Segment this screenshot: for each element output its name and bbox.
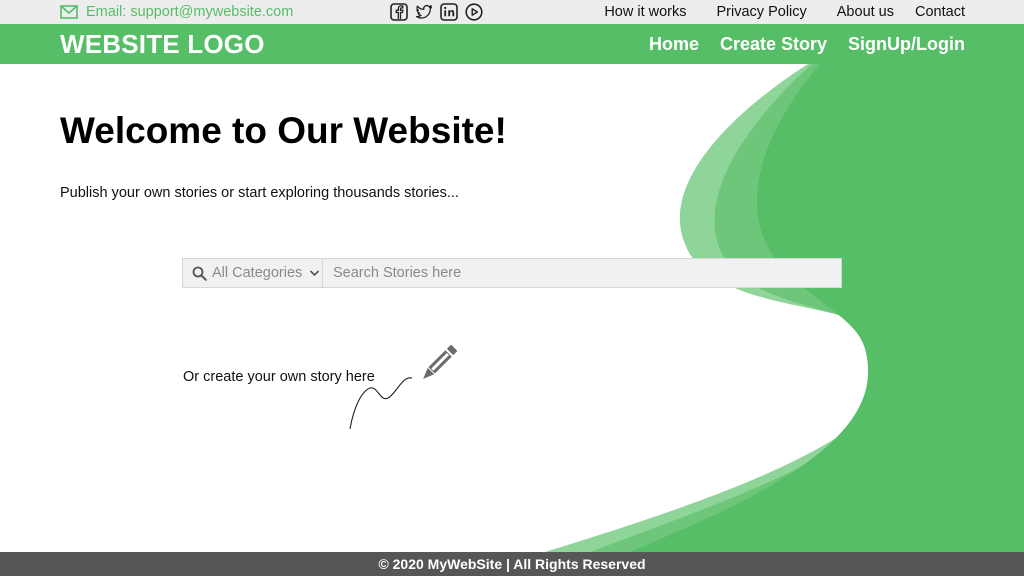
link-how-it-works[interactable]: How it works: [604, 4, 686, 20]
nav-create-story[interactable]: Create Story: [720, 34, 827, 55]
support-email[interactable]: Email: support@mywebsite.com: [60, 2, 293, 22]
link-contact[interactable]: Contact: [915, 4, 965, 20]
mail-icon: [60, 5, 78, 19]
support-email-text: Email: support@mywebsite.com: [86, 4, 294, 20]
footer: © 2020 MyWebSite | All Rights Reserved: [0, 552, 1024, 576]
nav-home[interactable]: Home: [649, 34, 699, 55]
hero-subtitle: Publish your own stories or start explor…: [60, 185, 459, 201]
nav-signup-login[interactable]: SignUp/Login: [848, 34, 965, 55]
search-input[interactable]: [323, 259, 841, 287]
facebook-icon[interactable]: [390, 3, 408, 21]
search-icon: [192, 266, 207, 281]
main-navbar: WEBSITE LOGO Home Create Story SignUp/Lo…: [0, 24, 1024, 64]
page-title: Welcome to Our Website!: [60, 110, 507, 151]
category-dropdown[interactable]: All Categories: [183, 259, 323, 287]
social-links: [390, 3, 483, 21]
utility-links: How it works Privacy Policy About us Con…: [604, 0, 965, 24]
linkedin-icon[interactable]: [440, 3, 458, 21]
top-utility-bar: Email: support@mywebsite.com How it work…: [0, 0, 1024, 24]
copyright-text: © 2020 MyWebSite | All Rights Reserved: [378, 556, 646, 572]
twitter-icon[interactable]: [415, 3, 433, 21]
chevron-down-icon: [310, 270, 320, 277]
page: Email: support@mywebsite.com How it work…: [0, 0, 1024, 576]
website-logo[interactable]: WEBSITE LOGO: [60, 29, 265, 60]
link-about-us[interactable]: About us: [837, 4, 894, 20]
search-bar: All Categories: [182, 258, 842, 288]
link-privacy-policy[interactable]: Privacy Policy: [717, 4, 807, 20]
category-value: All Categories: [212, 265, 303, 281]
pencil-icon[interactable]: [340, 336, 470, 436]
main-nav: Home Create Story SignUp/Login: [649, 24, 965, 64]
youtube-icon[interactable]: [465, 3, 483, 21]
